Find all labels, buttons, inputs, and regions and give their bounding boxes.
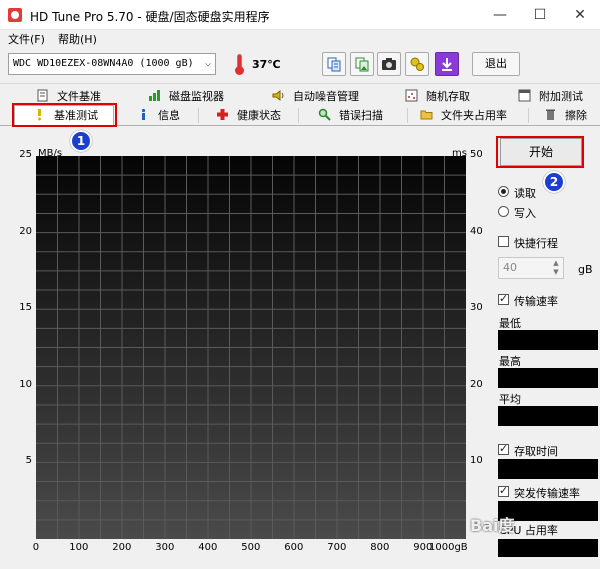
x-tick: 300 [155, 542, 175, 553]
tab-disk-monitor[interactable]: 磁盘监视器 [148, 87, 224, 106]
avg-label: 平均 [499, 393, 521, 406]
options-button[interactable] [405, 52, 429, 76]
y-tick-left: 5 [25, 455, 32, 467]
plus-icon [217, 109, 228, 120]
burst-rate-label: 突发传输速率 [514, 487, 580, 500]
callout-benchmark-tab [12, 103, 117, 127]
min-label: 最低 [499, 317, 521, 330]
transfer-rate-label: 传输速率 [514, 295, 558, 308]
x-tick: 200 [112, 542, 132, 553]
short-stroke-value: 40 [503, 261, 517, 274]
trash-icon [546, 109, 555, 120]
bar-chart-icon [149, 90, 160, 101]
min-value-box [498, 330, 598, 350]
maximize-button[interactable]: ☐ [520, 0, 560, 30]
x-tick: 600 [284, 542, 304, 553]
write-label: 写入 [514, 207, 536, 220]
save-button[interactable] [435, 52, 459, 76]
menu-bar: 文件(F) 帮助(H) [0, 30, 600, 48]
burst-rate-checkbox[interactable] [498, 484, 509, 497]
close-button[interactable]: ✕ [560, 0, 600, 30]
copy-text-button[interactable] [322, 52, 346, 76]
folder-icon [420, 110, 433, 120]
speaker-icon [272, 90, 284, 101]
x-tick: 800 [370, 542, 390, 553]
tab-random-access[interactable]: 随机存取 [405, 87, 470, 106]
y-tick-right: 10 [470, 455, 483, 467]
drive-select[interactable]: WDC WD10EZEX-08WN4A0 (1000 gB) ⌵ [8, 53, 216, 75]
x-tick: 400 [198, 542, 218, 553]
max-value-box [498, 368, 598, 388]
screenshot-button[interactable] [377, 52, 401, 76]
access-time-checkbox[interactable] [498, 442, 509, 455]
short-stroke-stepper[interactable]: 40 ▲ ▼ [498, 257, 564, 279]
x-tick: 500 [241, 542, 261, 553]
window-icon [518, 89, 531, 102]
download-icon [442, 58, 452, 71]
y-tick-right: 40 [470, 225, 483, 237]
write-radio[interactable] [498, 206, 509, 217]
y-tick-left: 10 [19, 378, 32, 390]
drive-select-value: WDC WD10EZEX-08WN4A0 (1000 gB) [13, 58, 194, 69]
y-tick-left: 25 [19, 149, 32, 160]
chevron-down-icon: ⌵ [204, 58, 211, 69]
tab-error-scan[interactable]: 错误扫描 [318, 106, 383, 125]
menu-help[interactable]: 帮助(H) [58, 31, 97, 47]
copy-image-button[interactable] [350, 52, 374, 76]
toolbar: WDC WD10EZEX-08WN4A0 (1000 gB) ⌵ 37℃ 退出 [0, 48, 600, 84]
y-tick-right: 30 [470, 302, 483, 314]
read-label: 读取 [514, 187, 536, 200]
cpu-usage-value-box [498, 539, 598, 557]
benchmark-chart [36, 156, 466, 539]
y-tick-left: 15 [19, 302, 32, 314]
document-icon [37, 89, 48, 102]
y-tick-left: 20 [19, 225, 32, 237]
short-stroke-label: 快捷行程 [514, 237, 558, 250]
stepper-arrows-icon[interactable]: ▲ ▼ [550, 259, 562, 277]
copy-text-icon [327, 57, 341, 72]
magnifier-icon [318, 108, 331, 121]
x-tick: 100 [69, 542, 89, 553]
tab-aam[interactable]: 自动噪音管理 [272, 87, 359, 106]
exit-button[interactable]: 退出 [472, 52, 520, 76]
x-tick: 1000gB [429, 542, 468, 553]
step-badge-1: 1 [70, 130, 92, 152]
step-badge-2: 2 [543, 171, 565, 193]
temperature-value: 37℃ [252, 58, 281, 71]
y-tick-right: 50 [470, 149, 483, 160]
x-tick: 700 [327, 542, 347, 553]
transfer-rate-checkbox[interactable] [498, 292, 509, 305]
options-icon [410, 57, 424, 71]
access-time-label: 存取时间 [514, 445, 558, 458]
tab-extra-tests[interactable]: 附加测试 [518, 87, 583, 106]
window-title: HD Tune Pro 5.70 - 硬盘/固态硬盘实用程序 [30, 10, 270, 24]
tab-folder-usage[interactable]: 文件夹占用率 [420, 106, 507, 125]
info-icon [141, 108, 146, 120]
access-time-value-box [498, 459, 598, 479]
thermometer-icon [232, 53, 246, 75]
minimize-button[interactable]: — [480, 0, 520, 30]
avg-value-box [498, 406, 598, 426]
short-stroke-checkbox[interactable] [498, 236, 509, 247]
max-label: 最高 [499, 355, 521, 368]
short-stroke-unit: gB [578, 263, 593, 276]
x-tick: 0 [32, 542, 40, 553]
menu-file[interactable]: 文件(F) [8, 31, 45, 47]
app-icon [8, 8, 22, 22]
read-radio[interactable] [498, 186, 509, 197]
tab-info[interactable]: 信息 [137, 106, 180, 125]
tab-erase[interactable]: 擦除 [544, 106, 587, 125]
copy-image-icon [355, 57, 369, 72]
callout-start-button [496, 136, 584, 168]
title-bar: HD Tune Pro 5.70 - 硬盘/固态硬盘实用程序 — ☐ ✕ [0, 0, 600, 30]
watermark: Bai度 [470, 516, 515, 535]
tab-health[interactable]: 健康状态 [216, 106, 281, 125]
camera-icon [382, 58, 396, 70]
y-tick-right: 20 [470, 378, 483, 390]
chart-grid [36, 156, 466, 539]
scatter-chart-icon [405, 89, 418, 102]
